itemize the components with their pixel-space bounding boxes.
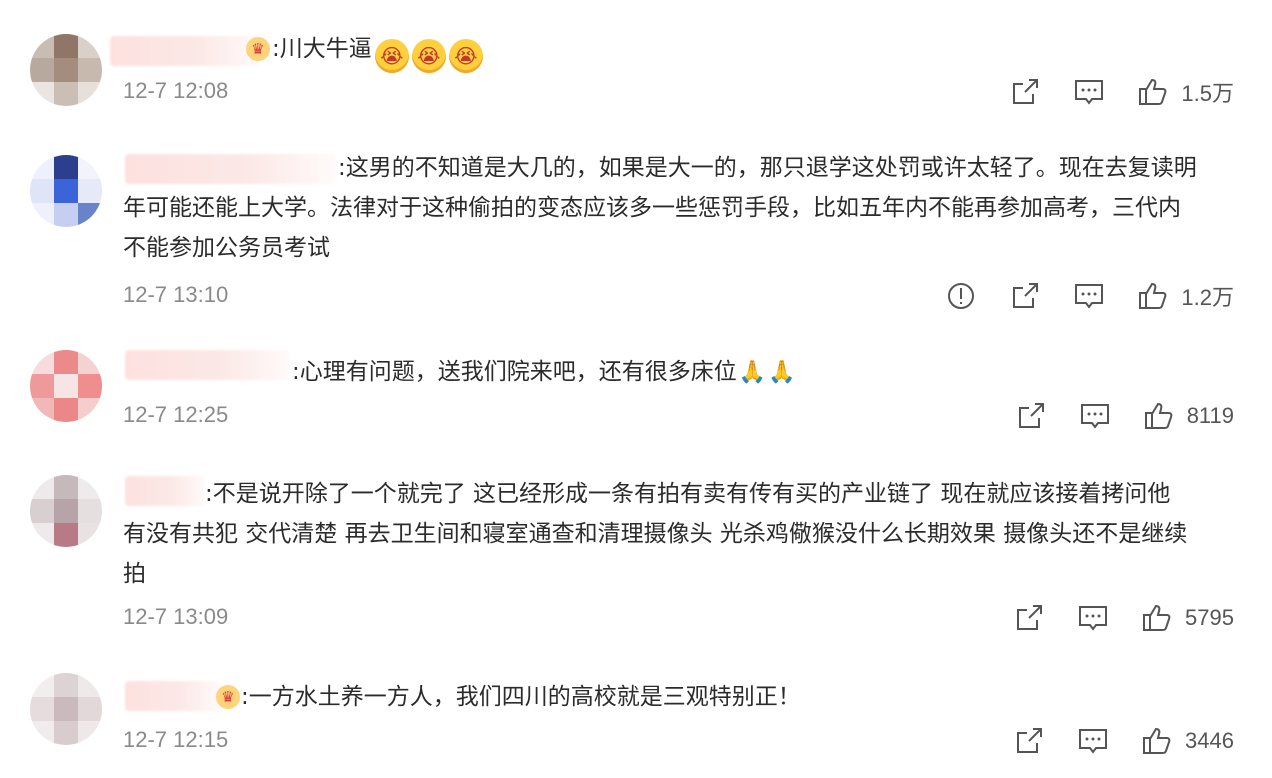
- comment-actions: 5795: [1013, 601, 1234, 635]
- comment-icon[interactable]: [1073, 280, 1105, 312]
- thumbs-up-icon[interactable]: [1137, 280, 1169, 312]
- comment-text: :心理有问题，送我们院来吧，还有很多床位🙏🙏: [292, 352, 796, 393]
- avatar[interactable]: [30, 350, 102, 422]
- thumbs-up-icon[interactable]: [1137, 76, 1169, 108]
- exclamation-circle-icon[interactable]: [945, 280, 977, 312]
- crying-face-emoji: 😭: [411, 39, 446, 73]
- comment-text: :川大牛逼 😭 😭 😭: [272, 29, 483, 73]
- like-count: 5795: [1185, 605, 1234, 630]
- username-blurred[interactable]: [125, 350, 290, 380]
- comment-time: 12-7 13:09: [123, 604, 229, 629]
- thumbs-up-icon[interactable]: [1141, 725, 1173, 757]
- share-icon[interactable]: [1009, 76, 1041, 108]
- comment-text: :一方水土养一方人，我们四川的高校就是三观特别正！: [241, 684, 801, 710]
- praying-hands-emoji: 🙏: [768, 360, 796, 385]
- crown-badge-icon: ♛: [246, 37, 270, 61]
- avatar[interactable]: [30, 673, 102, 745]
- comment-icon[interactable]: [1073, 76, 1105, 108]
- avatar[interactable]: [30, 34, 102, 106]
- comment-text: 不能参加公务员考试: [123, 235, 330, 261]
- comment-actions: 3446: [1013, 724, 1234, 758]
- comment-text: :不是说开除了一个就完了 这已经形成一条有拍有卖有传有买的产业链了 现在就应该接…: [205, 481, 1171, 507]
- comment-item: :不是说开除了一个就完了 这已经形成一条有拍有卖有传有买的产业链了 现在就应该接…: [0, 450, 1272, 655]
- comment-time: 12-7 12:15: [123, 727, 229, 752]
- praying-hands-emoji: 🙏: [738, 360, 767, 385]
- comment-actions: 1.5万: [1009, 75, 1234, 109]
- share-icon[interactable]: [1013, 725, 1045, 757]
- comment-item: ♛ :川大牛逼 😭 😭 😭 12-7 12:08 1.5万: [0, 0, 1272, 130]
- comment-text: :这男的不知道是大几的，如果是大一的，那只退学这处罚或许太轻了。现在去复读明: [338, 155, 1197, 181]
- comment-time: 12-7 12:25: [123, 402, 229, 427]
- comment-item: :这男的不知道是大几的，如果是大一的，那只退学这处罚或许太轻了。现在去复读明 年…: [0, 130, 1272, 330]
- avatar[interactable]: [30, 155, 102, 227]
- comment-text: 有没有共犯 交代清楚 再去卫生间和寝室通查和清理摄像头 光杀鸡儆猴没什么长期效果…: [123, 521, 1188, 547]
- comment-actions: 1.2万: [945, 279, 1234, 313]
- comment-icon[interactable]: [1079, 400, 1111, 432]
- share-icon[interactable]: [1009, 280, 1041, 312]
- comment-time: 12-7 13:10: [123, 282, 229, 307]
- username-blurred[interactable]: [125, 476, 205, 506]
- like-count: 1.5万: [1181, 81, 1234, 106]
- comment-text: 拍: [123, 561, 146, 587]
- comment-item: :心理有问题，送我们院来吧，还有很多床位🙏🙏 12-7 12:25 8119: [0, 330, 1272, 450]
- comment-icon[interactable]: [1077, 602, 1109, 634]
- thumbs-up-icon[interactable]: [1143, 400, 1175, 432]
- crown-badge-icon: ♛: [216, 685, 240, 709]
- username-blurred[interactable]: [125, 681, 220, 711]
- share-icon[interactable]: [1015, 400, 1047, 432]
- crying-face-emoji: 😭: [374, 39, 409, 73]
- like-count: 3446: [1185, 728, 1234, 753]
- comment-text: 年可能还能上大学。法律对于这种偷拍的变态应该多一些惩罚手段，比如五年内不能再参加…: [123, 195, 1181, 221]
- share-icon[interactable]: [1013, 602, 1045, 634]
- crying-face-emoji: 😭: [448, 39, 483, 73]
- comment-time: 12-7 12:08: [123, 78, 229, 103]
- username-blurred[interactable]: [110, 36, 260, 66]
- comment-icon[interactable]: [1077, 725, 1109, 757]
- username-blurred[interactable]: [125, 154, 335, 184]
- thumbs-up-icon[interactable]: [1141, 602, 1173, 634]
- comment-item: ♛ :一方水土养一方人，我们四川的高校就是三观特别正！ 12-7 12:15 3…: [0, 655, 1272, 778]
- like-count: 1.2万: [1181, 285, 1234, 310]
- avatar[interactable]: [30, 475, 102, 547]
- comment-actions: 8119: [1015, 399, 1234, 433]
- like-count: 8119: [1186, 403, 1234, 428]
